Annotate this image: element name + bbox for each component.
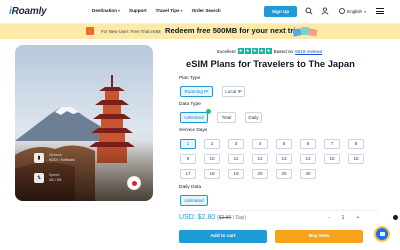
data-type-daily[interactable]: Daily — [245, 112, 262, 123]
current-price: USD: $2.80 — [179, 214, 216, 221]
reviews-link[interactable]: 6019 reviews — [295, 49, 322, 54]
service-day-option[interactable]: 4 — [252, 139, 268, 149]
service-day-option[interactable]: 8 — [348, 139, 364, 149]
promo-subtitle: For New User: Free Trial eSIM — [101, 29, 161, 34]
japan-flag-icon — [127, 176, 141, 190]
rating-stars: ★ ★ ★ ★ ★ — [237, 48, 272, 54]
check-icon — [206, 109, 211, 114]
service-day-option[interactable]: 16 — [348, 154, 364, 164]
data-type-label: Data Type — [179, 102, 201, 107]
plan-type-local-ip[interactable]: Local IP — [222, 86, 245, 97]
star-icon: ★ — [258, 48, 265, 54]
signal-icon: ▮ — [34, 153, 44, 163]
menu-icon[interactable] — [376, 8, 384, 16]
speed-info: ⇅ Speed 4G / 5G — [34, 173, 62, 183]
data-type-unlimited[interactable]: Unlimited — [180, 112, 208, 123]
star-icon: ★ — [265, 48, 272, 54]
service-day-option[interactable]: 11 — [228, 154, 244, 164]
service-day-option[interactable]: 25 — [276, 169, 292, 179]
add-to-cart-button[interactable]: Add to cart — [179, 230, 267, 243]
divider — [179, 210, 379, 211]
service-day-option[interactable]: 18 — [204, 169, 220, 179]
service-day-option[interactable]: 10 — [204, 154, 220, 164]
service-day-option[interactable]: 7 — [324, 139, 340, 149]
sim-cards-illustration — [292, 27, 318, 37]
chevron-down-icon: ▾ — [180, 8, 183, 13]
increase-quantity-button[interactable]: + — [356, 215, 359, 221]
speed-icon: ⇅ — [34, 173, 44, 183]
rating-summary: Excellent ★ ★ ★ ★ ★ Based on 6019 review… — [217, 48, 323, 54]
search-icon[interactable] — [305, 7, 313, 15]
star-icon: ★ — [237, 48, 244, 54]
original-price: ($2.80 / Day) — [217, 215, 247, 221]
service-day-option[interactable]: 9 — [180, 154, 196, 164]
service-day-option[interactable]: 3 — [228, 139, 244, 149]
data-type-total[interactable]: Total — [217, 112, 236, 123]
chat-support-icon[interactable] — [374, 226, 390, 242]
nav-travel-tips[interactable]: Travel Tips ▾ — [156, 8, 183, 13]
service-days-label: Service Days — [179, 128, 208, 133]
service-day-option[interactable]: 30 — [300, 169, 316, 179]
plan-type-label: Plan Type — [179, 76, 201, 81]
language-selector[interactable]: English ▾ — [339, 8, 366, 14]
service-day-option[interactable]: 1 — [180, 139, 196, 149]
service-day-option[interactable]: 12 — [252, 154, 268, 164]
promo-headline[interactable]: Redeem free 500MB for your next trip >> — [165, 26, 311, 35]
daily-data-label: Daily Data — [179, 185, 202, 190]
notification-dot — [393, 215, 398, 220]
network-info: ▮ Network KDDI / Softbank — [34, 153, 75, 163]
star-icon: ★ — [251, 48, 258, 54]
sign-up-button[interactable]: Sign Up — [264, 6, 297, 17]
service-day-option[interactable]: 13 — [276, 154, 292, 164]
daily-data-unlimited[interactable]: Unlimited — [180, 195, 208, 206]
service-day-option[interactable]: 20 — [252, 169, 268, 179]
service-day-option[interactable]: 2 — [204, 139, 220, 149]
top-navbar: iRoamly Destination ▾ Support Travel Tips… — [0, 0, 400, 24]
promo-banner[interactable]: For New User: Free Trial eSIM Redeem fre… — [0, 24, 400, 39]
service-day-option[interactable]: 17 — [180, 169, 196, 179]
gift-icon — [86, 27, 94, 35]
nav-order-search[interactable]: Order Search — [192, 8, 221, 13]
nav-destination[interactable]: Destination ▾ — [92, 8, 120, 13]
page-title: eSIM Plans for Travelers to The Japan — [186, 58, 355, 69]
service-day-option[interactable]: 14 — [300, 154, 316, 164]
globe-icon — [339, 8, 345, 14]
service-day-option[interactable]: 19 — [228, 169, 244, 179]
decrease-quantity-button[interactable]: - — [328, 215, 330, 221]
quantity-stepper: - 1 + — [328, 215, 359, 221]
nav-support[interactable]: Support — [129, 8, 147, 13]
price: USD: $2.80 ($2.80 / Day) — [179, 214, 246, 221]
service-day-option[interactable]: 5 — [276, 139, 292, 149]
buy-now-button[interactable]: Buy Now — [275, 230, 363, 243]
user-icon[interactable] — [321, 7, 329, 15]
main-nav: Destination ▾ Support Travel Tips ▾ Order … — [92, 8, 221, 13]
chevron-down-icon: ▾ — [364, 8, 367, 14]
service-day-option[interactable]: 15 — [324, 154, 340, 164]
quantity-value[interactable]: 1 — [342, 215, 345, 221]
chevron-down-icon: ▾ — [118, 8, 121, 13]
logo[interactable]: iRoamly — [9, 6, 47, 17]
plan-type-roaming-ip[interactable]: Roaming IP — [180, 86, 213, 97]
star-icon: ★ — [244, 48, 251, 54]
service-day-option[interactable]: 6 — [300, 139, 316, 149]
